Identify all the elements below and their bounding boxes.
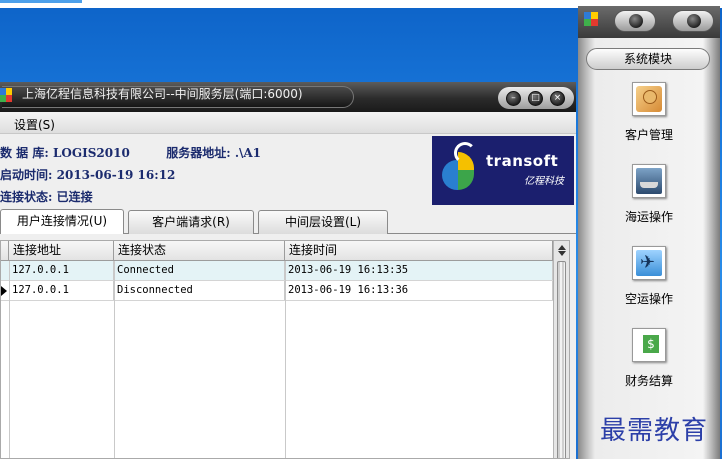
ship-icon[interactable] (632, 164, 666, 198)
airplane-icon[interactable] (632, 246, 666, 280)
server-label: 服务器地址: (166, 146, 231, 160)
module-panel-header[interactable]: 系统模块 (586, 48, 710, 70)
current-row-indicator-icon (1, 286, 7, 296)
logo-brand-cn: 亿程科技 (524, 176, 564, 187)
cell-address: 127.0.0.1 (9, 281, 114, 300)
scrollbar-thumb[interactable] (557, 261, 566, 458)
database-value: LOGIS2010 (52, 146, 130, 160)
module-financial-settlement[interactable]: 财务结算 (588, 328, 710, 410)
database-line: 数 据 库: LOGIS2010 服务器地址: .\A1 (0, 144, 261, 161)
tab-user-connections[interactable]: 用户连接情况(U) (0, 209, 124, 234)
cell-status: Connected (114, 261, 285, 280)
module-label: 客户管理 (624, 128, 673, 142)
grid-line (114, 261, 115, 458)
table-row[interactable]: 127.0.0.1 Connected 2013-06-19 16:13:35 (1, 261, 553, 281)
module-panel-titlebar (578, 6, 720, 38)
main-window: 上海亿程信息科技有限公司--中间服务层(端口:6000) – □ × 设置(S)… (0, 82, 576, 459)
cell-status: Disconnected (114, 281, 285, 300)
cell-address: 127.0.0.1 (9, 261, 114, 280)
status-value: 已连接 (56, 190, 93, 204)
tab-middle-tier-settings[interactable]: 中间层设置(L) (258, 210, 388, 234)
maximize-button[interactable]: □ (528, 91, 543, 106)
app-logo-icon (0, 88, 12, 102)
start-time-label: 启动时间: (0, 168, 53, 182)
module-customer-management[interactable]: 客户管理 (588, 82, 710, 164)
table-row[interactable]: 127.0.0.1 Disconnected 2013-06-19 16:13:… (1, 281, 553, 301)
scroll-down-icon[interactable] (558, 251, 566, 256)
col-status-header[interactable]: 连接状态 (114, 241, 285, 261)
watermark: 最需教育 (600, 416, 709, 446)
col-address-header[interactable]: 连接地址 (9, 241, 114, 261)
module-label: 海运操作 (624, 210, 673, 224)
top-highlight-line (0, 0, 82, 3)
module-label: 财务结算 (624, 374, 673, 388)
row-indicator-header (1, 241, 9, 261)
status-line: 连接状态: 已连接 (0, 188, 93, 205)
window-controls: – □ × (498, 87, 574, 109)
grid-header: 连接地址 连接状态 连接时间 (1, 241, 553, 261)
window-title: 上海亿程信息科技有限公司--中间服务层(端口:6000) (22, 87, 303, 101)
grid-line (9, 261, 10, 458)
start-time-value: 2013-06-19 16:12 (56, 168, 176, 182)
col-time-header[interactable]: 连接时间 (285, 241, 553, 261)
logo-brand: transoft (486, 152, 559, 170)
minimize-button[interactable]: – (506, 91, 521, 106)
vertical-scrollbar[interactable] (553, 241, 569, 458)
finance-icon[interactable] (632, 328, 666, 362)
cell-time: 2013-06-19 16:13:36 (285, 281, 553, 300)
tab-client-requests[interactable]: 客户端请求(R) (128, 210, 254, 234)
title-bar[interactable]: 上海亿程信息科技有限公司--中间服务层(端口:6000) – □ × (0, 82, 576, 112)
logo-swoosh (454, 142, 476, 164)
scroll-up-icon[interactable] (558, 245, 566, 250)
server-value: .\A1 (234, 146, 262, 160)
module-label: 空运操作 (624, 292, 673, 306)
customer-icon[interactable] (632, 82, 666, 116)
module-ocean-freight[interactable]: 海运操作 (588, 164, 710, 246)
panel-close-button[interactable] (672, 10, 714, 32)
status-label: 连接状态: (0, 190, 53, 204)
module-panel-logo-icon (584, 12, 598, 26)
start-time-line: 启动时间: 2013-06-19 16:12 (0, 166, 175, 183)
grid-line (285, 261, 286, 458)
cell-time: 2013-06-19 16:13:35 (285, 261, 553, 280)
module-panel: 系统模块 客户管理 海运操作 空运操作 财务结算 (578, 6, 720, 459)
panel-toggle-button[interactable] (614, 10, 656, 32)
database-label: 数 据 库: (0, 146, 49, 160)
menu-settings[interactable]: 设置(S) (14, 116, 55, 133)
module-air-freight[interactable]: 空运操作 (588, 246, 710, 328)
close-button[interactable]: × (550, 91, 565, 106)
tab-strip: 用户连接情况(U) 客户端请求(R) 中间层设置(L) (0, 208, 576, 234)
connections-grid: 连接地址 连接状态 连接时间 127.0.0.1 Connected 2013-… (0, 240, 570, 459)
company-logo: transoft 亿程科技 (432, 136, 574, 205)
menu-bar: 设置(S) (0, 112, 576, 134)
